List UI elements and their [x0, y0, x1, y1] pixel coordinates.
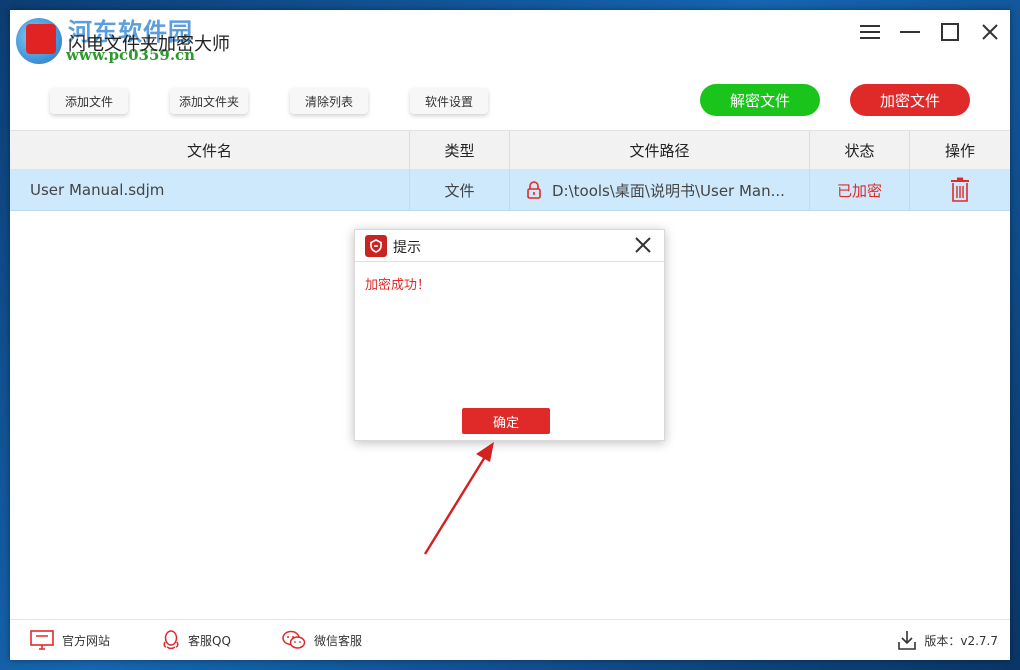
maximize-button[interactable] — [934, 18, 966, 46]
dialog-message: 加密成功！ — [365, 278, 431, 293]
monitor-icon — [30, 630, 54, 650]
header-operation: 操作 — [944, 141, 975, 160]
header-type[interactable]: 类型 — [410, 131, 510, 169]
clear-list-button[interactable]: 清除列表 — [290, 88, 368, 114]
title-bar: 河东软件园 www.pc0359.cn 闪电文件夹加密大师 — [10, 10, 1010, 70]
minimize-icon — [900, 31, 920, 33]
wechat-support-link[interactable]: 微信客服 — [282, 630, 362, 650]
header-status[interactable]: 状态 — [810, 131, 910, 169]
app-shield-icon — [365, 235, 387, 257]
add-file-button[interactable]: 添加文件 — [50, 88, 128, 114]
version-label: 版本：v2.7.7 — [924, 633, 998, 648]
table-header: 文件名 类型 文件路径 状态 操作 — [10, 130, 1010, 170]
delete-icon[interactable] — [949, 177, 971, 203]
header-path[interactable]: 文件路径 — [510, 131, 810, 169]
cell-type: 文件 — [410, 170, 510, 210]
footer: 官方网站 客服QQ 微信客服 版本：v2.7.7 — [10, 619, 1010, 660]
app-logo-icon — [26, 24, 56, 54]
close-window-button[interactable] — [974, 18, 1006, 46]
download-icon — [898, 631, 917, 650]
table-row[interactable]: User Manual.sdjm 文件 D:\tools\桌面\说明书\User… — [10, 170, 1010, 211]
dialog-close-icon[interactable] — [632, 234, 654, 256]
cell-filename: User Manual.sdjm — [10, 170, 410, 210]
hamburger-icon — [860, 21, 880, 43]
cell-status: 已加密 — [810, 170, 910, 210]
lock-icon — [527, 181, 541, 199]
official-site-link[interactable]: 官方网站 — [30, 630, 110, 650]
qq-support-link[interactable]: 客服QQ — [162, 630, 231, 650]
cell-operation — [910, 170, 1010, 210]
maximize-icon — [941, 23, 959, 41]
encrypt-file-button[interactable]: 加密文件 — [850, 84, 970, 116]
qq-icon — [163, 630, 179, 650]
dialog-header: 提示 — [355, 230, 664, 262]
decrypt-file-button[interactable]: 解密文件 — [700, 84, 820, 116]
official-site-label: 官方网站 — [62, 633, 111, 648]
add-folder-button[interactable]: 添加文件夹 — [170, 88, 248, 114]
version-info[interactable]: 版本：v2.7.7 — [898, 630, 998, 650]
settings-button[interactable]: 软件设置 — [410, 88, 488, 114]
dialog-title: 提示 — [393, 240, 421, 256]
qq-support-label: 客服QQ — [188, 633, 231, 648]
header-filename[interactable]: 文件名 — [10, 131, 410, 169]
wechat-support-label: 微信客服 — [314, 633, 363, 648]
menu-button[interactable] — [854, 18, 886, 46]
app-title: 闪电文件夹加密大师 — [68, 34, 230, 55]
wechat-icon — [282, 630, 306, 649]
toolbar: 添加文件 添加文件夹 清除列表 软件设置 解密文件 加密文件 — [10, 70, 1010, 130]
minimize-button[interactable] — [894, 18, 926, 46]
success-dialog: 提示 加密成功！ 确定 — [354, 229, 665, 441]
cell-path-text: D:\tools\桌面\说明书\User Man... — [552, 181, 785, 200]
app-window: 河东软件园 www.pc0359.cn 闪电文件夹加密大师 添加文件 添加文件夹… — [10, 10, 1010, 660]
annotation-arrow-icon — [423, 442, 494, 555]
cell-path: D:\tools\桌面\说明书\User Man... — [510, 170, 810, 210]
close-icon — [982, 24, 998, 40]
